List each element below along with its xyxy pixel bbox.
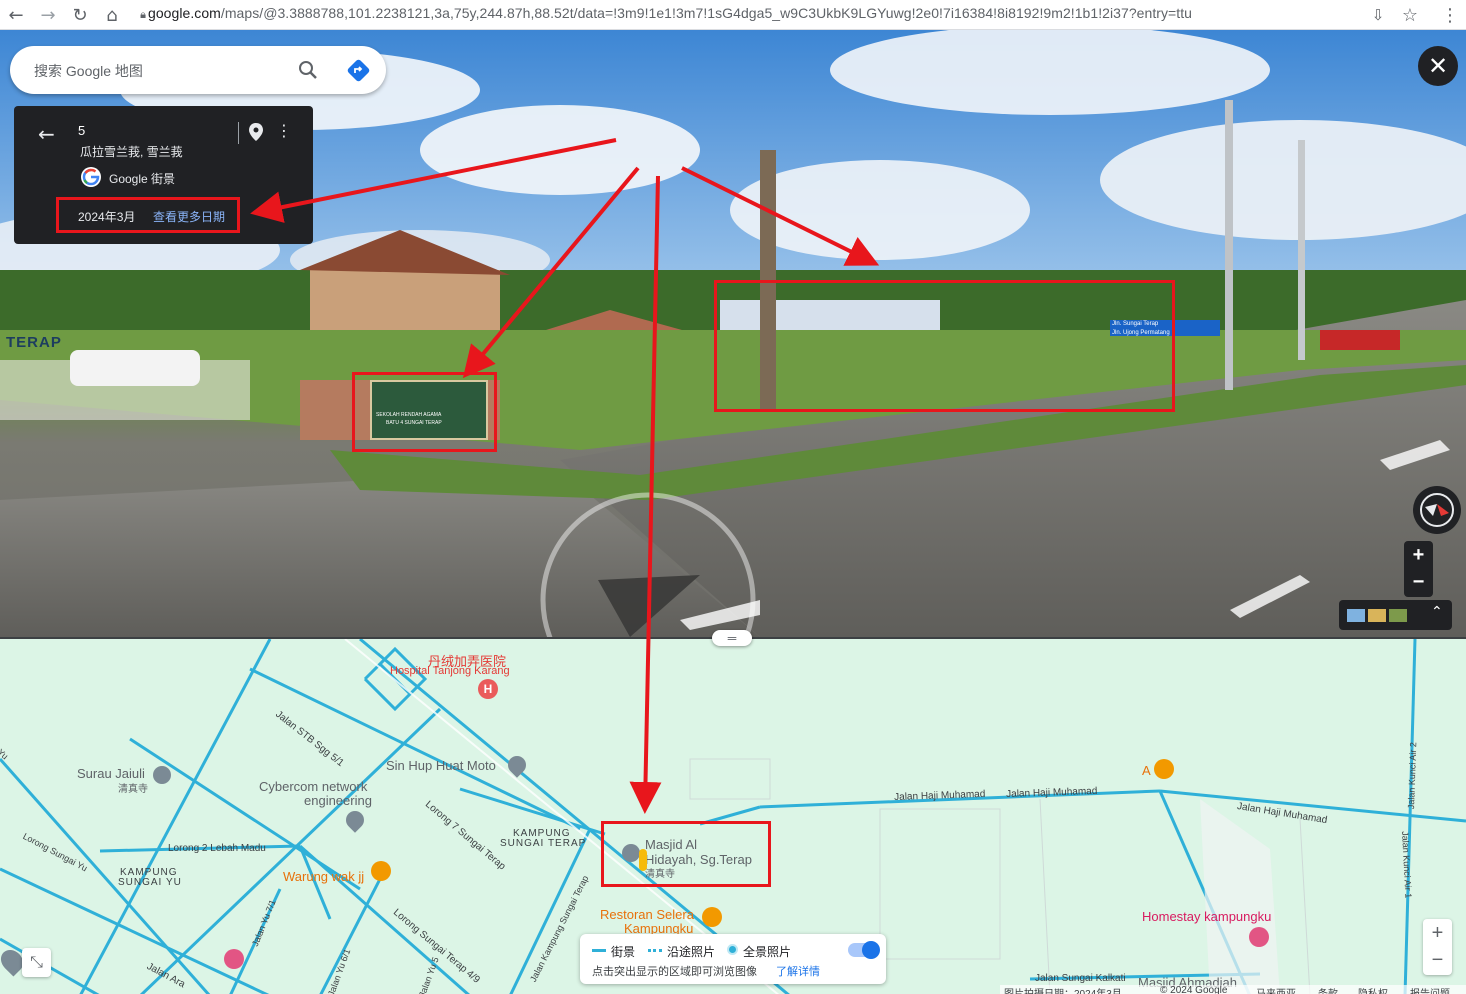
footer-capture-date: 图片拍摄日期：2024年3月 — [1004, 985, 1122, 994]
hotel-icon[interactable] — [224, 949, 244, 969]
more-options-icon[interactable]: ⋮ — [276, 121, 292, 140]
url-host: google.com — [148, 5, 221, 21]
legend-panorama: 全景照片 — [743, 945, 792, 959]
imagery-strip[interactable]: ⌃ — [1339, 600, 1452, 630]
footer-report[interactable]: 报告问题 — [1410, 985, 1450, 994]
close-street-view-button[interactable]: ✕ — [1418, 46, 1458, 86]
restaurant-icon[interactable] — [371, 861, 391, 881]
street-view-legend: 街景 沿途照片 全景照片 点击突出显示的区域即可浏览图像 了解详情 — [580, 934, 886, 984]
road-label: Jalan Sungai Kalkati — [1035, 973, 1126, 984]
imagery-thumb-1[interactable] — [1347, 609, 1365, 622]
map-panel[interactable]: 丹绒加弄医院 Hospital Tanjong Karang H Surau J… — [0, 637, 1466, 994]
mosque-icon[interactable] — [153, 766, 171, 784]
restaurant-icon[interactable] — [702, 907, 722, 927]
area-kampung-yu-2: SUNGAI YU — [118, 877, 182, 888]
provider-label: Google 街景 — [109, 172, 176, 186]
search-icon[interactable] — [296, 58, 320, 82]
legend-hint: 点击突出显示的区域即可浏览图像 — [592, 966, 757, 978]
hotel-icon[interactable] — [1249, 927, 1269, 947]
poi-cybercom-2[interactable]: engineering — [304, 793, 372, 808]
annotation-box-mosque — [714, 280, 1175, 412]
road-label: Lorong 2 Lebah Madu — [168, 843, 266, 854]
surau-subtitle: 清真寺 — [118, 784, 148, 795]
poi-a[interactable]: A — [1142, 763, 1151, 778]
compass-control[interactable] — [1413, 486, 1461, 534]
install-app-icon[interactable]: ⇩ — [1366, 3, 1390, 27]
forward-arrow-icon[interactable]: → — [36, 3, 60, 27]
collapse-map-icon[interactable]: ⤡ — [22, 948, 51, 977]
footer-country[interactable]: 马来西亚 — [1256, 985, 1296, 994]
map-zoom-control: + − — [1423, 919, 1452, 975]
reload-icon[interactable]: ↻ — [68, 3, 92, 27]
footer-privacy[interactable]: 隐私权 — [1358, 985, 1388, 994]
search-input[interactable]: 搜索 Google 地图 — [34, 61, 143, 81]
annotation-box-school-sign — [352, 372, 497, 452]
poi-a-icon[interactable] — [1154, 759, 1174, 779]
back-arrow-icon[interactable]: ← — [4, 3, 28, 27]
footer-copyright: © 2024 Google — [1160, 985, 1228, 994]
map-zoom-out-button[interactable]: − — [1423, 947, 1452, 975]
hospital-name-en[interactable]: Hospital Tanjong Karang — [390, 665, 510, 677]
url-path: /maps/@3.3888788,101.2238121,3a,75y,244.… — [220, 5, 1192, 21]
imagery-thumb-3[interactable] — [1389, 609, 1407, 622]
bookmark-star-icon[interactable]: ☆ — [1398, 3, 1422, 27]
poi-restoran-1[interactable]: Restoran Selera — [600, 907, 694, 922]
area-kampung-terap-2: SUNGAI TERAP — [500, 838, 587, 849]
pano-zoom-control: + − — [1404, 541, 1433, 597]
poi-sinhup[interactable]: Sin Hup Huat Moto — [386, 758, 496, 773]
legend-streetview: 街景 — [611, 945, 636, 959]
route-photos-icon — [648, 949, 662, 952]
location-title: 5 — [78, 123, 86, 138]
browser-menu-icon[interactable]: ⋮ — [1438, 3, 1462, 27]
poi-cybercom-1[interactable]: Cybercom network — [259, 779, 367, 794]
location-subtitle: 瓜拉雪兰莪, 雪兰莪 — [80, 145, 183, 159]
legend-route-photos: 沿途照片 — [667, 945, 716, 959]
learn-more-link[interactable]: 了解详情 — [776, 963, 820, 979]
footer-terms[interactable]: 条款 — [1318, 985, 1338, 994]
home-icon[interactable]: ⌂ — [100, 3, 124, 27]
directions-icon[interactable] — [346, 58, 372, 84]
map-zoom-in-button[interactable]: + — [1423, 919, 1452, 947]
location-pin-icon[interactable] — [248, 122, 264, 142]
annotation-box-date — [56, 197, 240, 233]
annotation-box-map-masjid — [601, 821, 771, 887]
streetview-line-icon — [592, 949, 606, 952]
imagery-thumb-2[interactable] — [1368, 609, 1386, 622]
expand-chevron-icon[interactable]: ⌃ — [1431, 604, 1443, 620]
zoom-in-button[interactable]: + — [1404, 541, 1433, 569]
search-box[interactable]: 搜索 Google 地图 — [10, 46, 386, 94]
zoom-out-button[interactable]: − — [1404, 569, 1433, 597]
back-arrow-icon[interactable]: ← — [38, 122, 55, 146]
pano-sign-terap: TERAP — [6, 334, 62, 351]
hospital-icon[interactable]: H — [478, 679, 498, 699]
address-bar[interactable]: google.com/maps/@3.3888788,101.2238121,3… — [148, 5, 1192, 21]
browser-toolbar: ← → ↻ ⌂ 🔒︎ google.com/maps/@3.3888788,10… — [0, 0, 1466, 30]
surau-name[interactable]: Surau Jaiuli — [77, 766, 145, 781]
compass-icon — [1420, 493, 1454, 527]
divider — [238, 122, 239, 144]
legend-toggle[interactable] — [848, 941, 880, 959]
poi-homestay[interactable]: Homestay kampungku — [1142, 909, 1271, 924]
google-logo-icon — [81, 167, 101, 187]
split-resize-handle[interactable]: ═ — [712, 630, 752, 646]
poi-warung[interactable]: Warung wak jj — [283, 869, 364, 884]
panorama-dot-icon — [727, 944, 738, 955]
map-footer: 图片拍摄日期：2024年3月 © 2024 Google 马来西亚 条款 隐私权… — [1000, 985, 1466, 994]
